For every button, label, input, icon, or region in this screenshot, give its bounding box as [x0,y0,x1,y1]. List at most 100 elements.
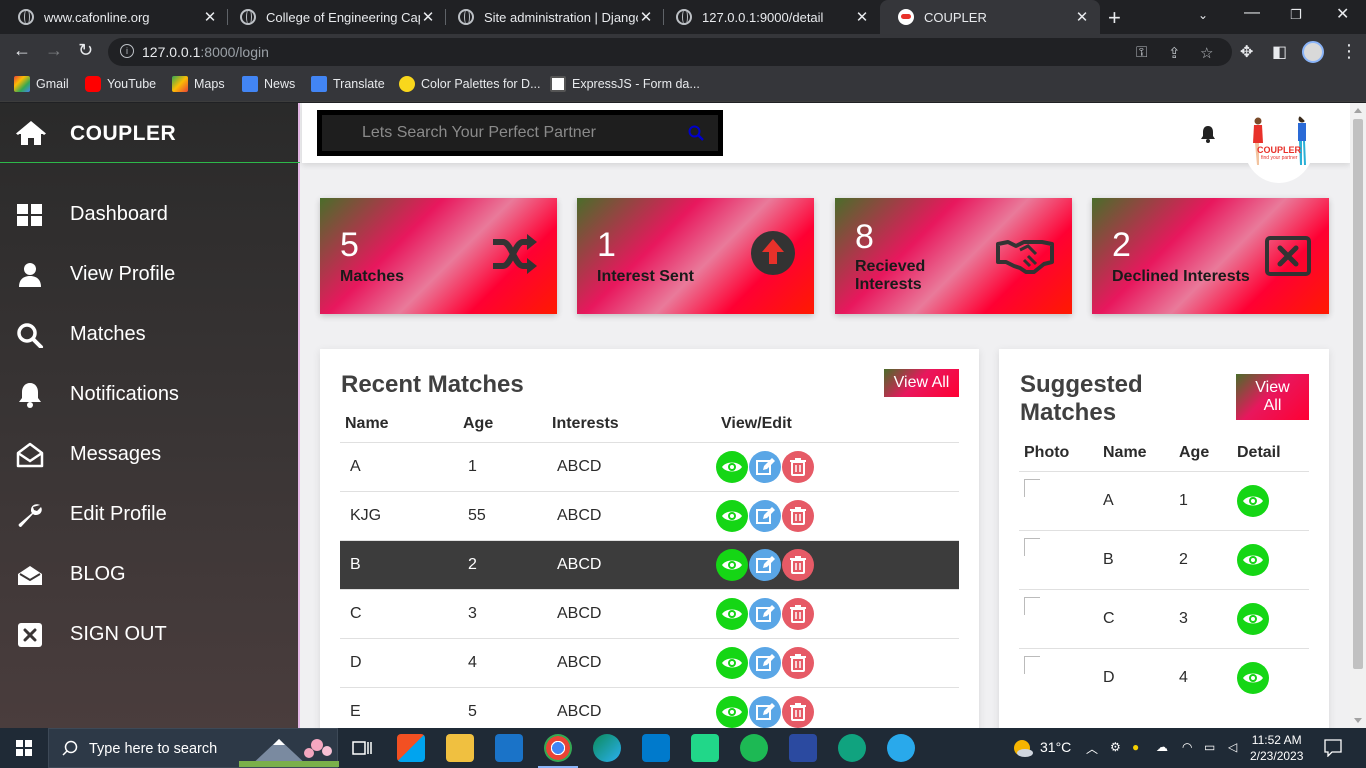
delete-trash-icon[interactable] [782,548,814,581]
table-row[interactable]: B2 [1019,529,1309,589]
stat-card-declined-interests[interactable]: 2 Declined Interests [1092,198,1329,314]
table-row[interactable]: C 3 ABCD [340,588,959,638]
battery-icon[interactable]: ▭ [1204,740,1215,754]
bookmark-color-palettes[interactable]: Color Palettes for D... [399,76,541,92]
table-row[interactable]: B 2 ABCD [340,539,959,589]
close-tab-icon[interactable]: ✕ [638,8,654,26]
site-info-icon[interactable]: i [120,44,134,58]
browser-tab-active[interactable]: COUPLER ✕ [880,0,1100,34]
forward-icon[interactable]: → [45,40,63,61]
volume-mute-icon[interactable]: ◁ [1228,740,1237,754]
address-bar[interactable]: i 127.0.0.1:8000/login ⚿ ⇪ ☆ [108,38,1232,66]
delete-trash-icon[interactable] [782,646,814,679]
broken-image-icon[interactable] [1024,538,1040,556]
weather-temperature[interactable]: 31°C [1040,739,1071,755]
page-scrollbar[interactable] [1350,103,1366,728]
table-row[interactable]: D4 [1019,647,1309,707]
spotify-icon[interactable] [740,734,768,762]
vscode-icon[interactable] [642,734,670,762]
tray-chevron-icon[interactable]: ︿ [1086,740,1098,757]
scrollbar-thumb[interactable] [1353,119,1363,669]
new-tab-icon[interactable]: + [1108,5,1121,31]
bookmark-gmail[interactable]: Gmail [14,76,69,92]
delete-trash-icon[interactable] [782,499,814,532]
view-eye-icon[interactable] [716,499,748,532]
delete-trash-icon[interactable] [782,695,814,728]
file-explorer-icon[interactable] [446,734,474,762]
tab-search-icon[interactable]: ⌄ [1198,8,1208,22]
sidebar-item-notifications[interactable]: Notifications [0,371,300,417]
edit-pencil-icon[interactable] [749,548,781,581]
chrome-icon[interactable] [538,734,578,768]
close-tab-icon[interactable]: ✕ [854,8,870,26]
scroll-down-icon[interactable] [1354,718,1362,723]
menu-kebab-icon[interactable]: ⋮ [1340,41,1358,62]
sidebar-item-sign-out[interactable]: SIGN OUT [0,611,300,657]
table-row[interactable]: A1 [1019,470,1309,530]
sidebar-item-messages[interactable]: Messages [0,431,300,477]
tray-app-icon[interactable]: ⚙ [1110,740,1121,754]
system-clock[interactable]: 11:52 AM 2/23/2023 [1250,732,1303,764]
word-icon[interactable] [789,734,817,762]
scroll-up-icon[interactable] [1354,108,1362,113]
windows-start-icon[interactable] [16,740,32,761]
reload-icon[interactable]: ↻ [78,40,93,61]
url-text[interactable]: 127.0.0.1:8000/login [142,44,269,60]
taskbar-search[interactable]: Type here to search [48,728,339,768]
stat-card-interest-sent[interactable]: 1 Interest Sent [577,198,814,314]
broken-image-icon[interactable] [1024,479,1040,497]
view-eye-icon[interactable] [1237,543,1269,576]
profile-avatar[interactable] [1302,41,1324,63]
bookmark-youtube[interactable]: YouTube [85,76,156,92]
search-icon[interactable] [688,125,704,146]
restore-icon[interactable]: ❐ [1290,7,1302,23]
table-row[interactable]: C3 [1019,588,1309,648]
notification-center-icon[interactable] [1324,739,1342,762]
browser-tab[interactable]: Site administration | Django s ✕ [440,0,664,34]
view-eye-icon[interactable] [716,597,748,630]
onedrive-icon[interactable]: ☁ [1156,740,1168,754]
wifi-icon[interactable]: ◠ [1182,740,1192,754]
share-icon[interactable]: ⇪ [1168,44,1181,62]
browser-tab[interactable]: 127.0.0.1:9000/detail ✕ [658,0,880,34]
tray-app2-icon[interactable]: ● [1132,740,1139,754]
coupler-logo[interactable]: COUPLER find your partner [1244,109,1314,183]
star-icon[interactable]: ☆ [1200,44,1213,62]
view-all-button[interactable]: View All [1236,374,1309,420]
broken-image-icon[interactable] [1024,597,1040,615]
close-tab-icon[interactable]: ✕ [420,8,436,26]
stat-card-received-interests[interactable]: 8 Recieved Interests [835,198,1072,314]
view-eye-icon[interactable] [716,646,748,679]
back-icon[interactable]: ← [13,40,31,61]
sidebar-brand[interactable]: COUPLER [0,103,300,163]
sidebar-item-dashboard[interactable]: Dashboard [0,191,300,237]
sidebar-item-blog[interactable]: BLOG [0,551,300,597]
sidebar-item-matches[interactable]: Matches [0,311,300,357]
mail-icon[interactable] [495,734,523,762]
view-eye-icon[interactable] [1237,484,1269,517]
task-view-icon[interactable] [348,734,376,762]
table-row[interactable]: KJG 55 ABCD [340,490,959,540]
bell-icon[interactable] [1200,125,1216,148]
window-close-icon[interactable]: ✕ [1336,4,1349,24]
broken-image-icon[interactable] [1024,656,1040,675]
edit-pencil-icon[interactable] [749,499,781,532]
browser-tab[interactable]: www.cafonline.org ✕ [0,0,228,34]
edge-icon[interactable] [593,734,621,762]
weather-icon[interactable] [1010,736,1034,765]
sidebar-item-view-profile[interactable]: View Profile [0,251,300,297]
bookmark-translate[interactable]: Translate [311,76,385,92]
view-eye-icon[interactable] [716,695,748,728]
view-eye-icon[interactable] [716,548,748,581]
table-row[interactable]: D 4 ABCD [340,637,959,687]
chatgpt-icon[interactable] [838,734,866,762]
pycharm-icon[interactable] [691,734,719,762]
table-row[interactable]: E 5 ABCD [340,686,959,728]
browser-tab[interactable]: College of Engineering Captio ✕ [222,0,446,34]
view-all-button[interactable]: View All [884,369,959,397]
minimize-icon[interactable]: — [1244,4,1260,22]
sidebar-item-edit-profile[interactable]: Edit Profile [0,491,300,537]
bookmark-news[interactable]: News [242,76,295,92]
view-eye-icon[interactable] [1237,602,1269,635]
key-icon[interactable]: ⚿ [1136,44,1147,61]
